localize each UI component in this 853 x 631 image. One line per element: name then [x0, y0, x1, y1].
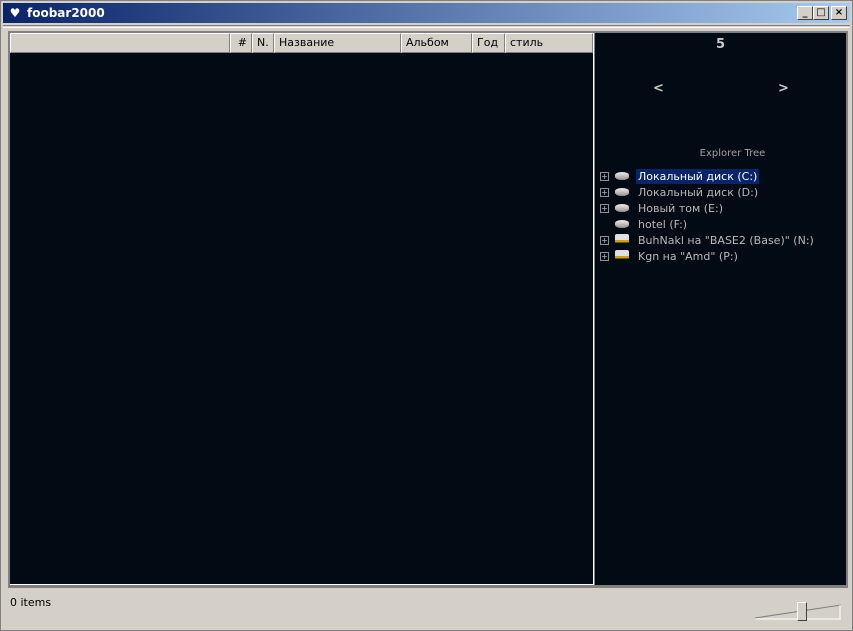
column-header-n[interactable]: N.: [252, 33, 274, 53]
side-panel: 5 < > Explorer Tree + Локальный диск (C:)…: [595, 33, 846, 585]
column-header-blank[interactable]: [10, 33, 230, 53]
panel-number: 5: [715, 37, 726, 52]
expand-icon[interactable]: +: [600, 171, 609, 181]
close-button[interactable]: ×: [831, 6, 847, 20]
explorer-tree-title: Explorer Tree: [699, 148, 766, 159]
playlist-view[interactable]: # N. Название Альбом Год стиль: [10, 33, 594, 585]
tree-item-label: hotel (F:): [638, 217, 688, 231]
explorer-tree: + Локальный диск (C:) + Локальный диск (D:…: [600, 168, 816, 264]
status-text: 0 items: [10, 596, 52, 609]
menu-separator: [3, 25, 850, 28]
window-title: foobar2000: [27, 6, 105, 20]
tree-item-c[interactable]: + Локальный диск (C:): [600, 168, 816, 184]
expand-icon[interactable]: +: [600, 235, 609, 245]
tree-item-label: BuhNakl на "BASE2 (Base)" (N:): [638, 233, 814, 247]
tree-item-label: Kgn на "Amd" (P:): [638, 249, 738, 263]
foobar-logo-icon: ♥: [9, 6, 21, 20]
expand-icon[interactable]: +: [600, 251, 609, 261]
column-header-genre[interactable]: стиль: [505, 33, 593, 53]
prev-button[interactable]: <: [653, 81, 664, 96]
tree-item-d[interactable]: + Локальный диск (D:): [600, 184, 816, 200]
volume-slider[interactable]: [755, 602, 841, 621]
tree-item-n[interactable]: + BuhNakl на "BASE2 (Base)" (N:): [600, 232, 816, 248]
network-drive-icon: [615, 250, 629, 262]
drive-icon: [615, 172, 629, 180]
drive-icon: [615, 188, 629, 196]
column-header-title[interactable]: Название: [274, 33, 401, 53]
playlist-header: # N. Название Альбом Год стиль: [10, 33, 593, 53]
expand-icon[interactable]: +: [600, 203, 609, 213]
expand-icon[interactable]: +: [600, 187, 609, 197]
drive-icon: [615, 204, 629, 212]
tree-item-e[interactable]: + Новый том (E:): [600, 200, 816, 216]
column-header-album[interactable]: Альбом: [401, 33, 472, 53]
title-bar: ♥ foobar2000 _ □ ×: [3, 3, 850, 23]
volume-thumb[interactable]: [796, 602, 807, 621]
minimize-button[interactable]: _: [797, 6, 813, 20]
next-button[interactable]: >: [778, 81, 789, 96]
maximize-button[interactable]: □: [813, 6, 829, 20]
tree-item-label: Локальный диск (D:): [638, 185, 759, 199]
tree-item-f[interactable]: hotel (F:): [600, 216, 816, 232]
tree-item-label: Новый том (E:): [638, 201, 723, 215]
tree-item-label: Локальный диск (C:): [636, 168, 760, 184]
column-header-year[interactable]: Год: [472, 33, 505, 53]
drive-icon: [615, 220, 629, 228]
tree-item-p[interactable]: + Kgn на "Amd" (P:): [600, 248, 816, 264]
column-header-number[interactable]: #: [230, 33, 252, 53]
network-drive-icon: [615, 234, 629, 246]
